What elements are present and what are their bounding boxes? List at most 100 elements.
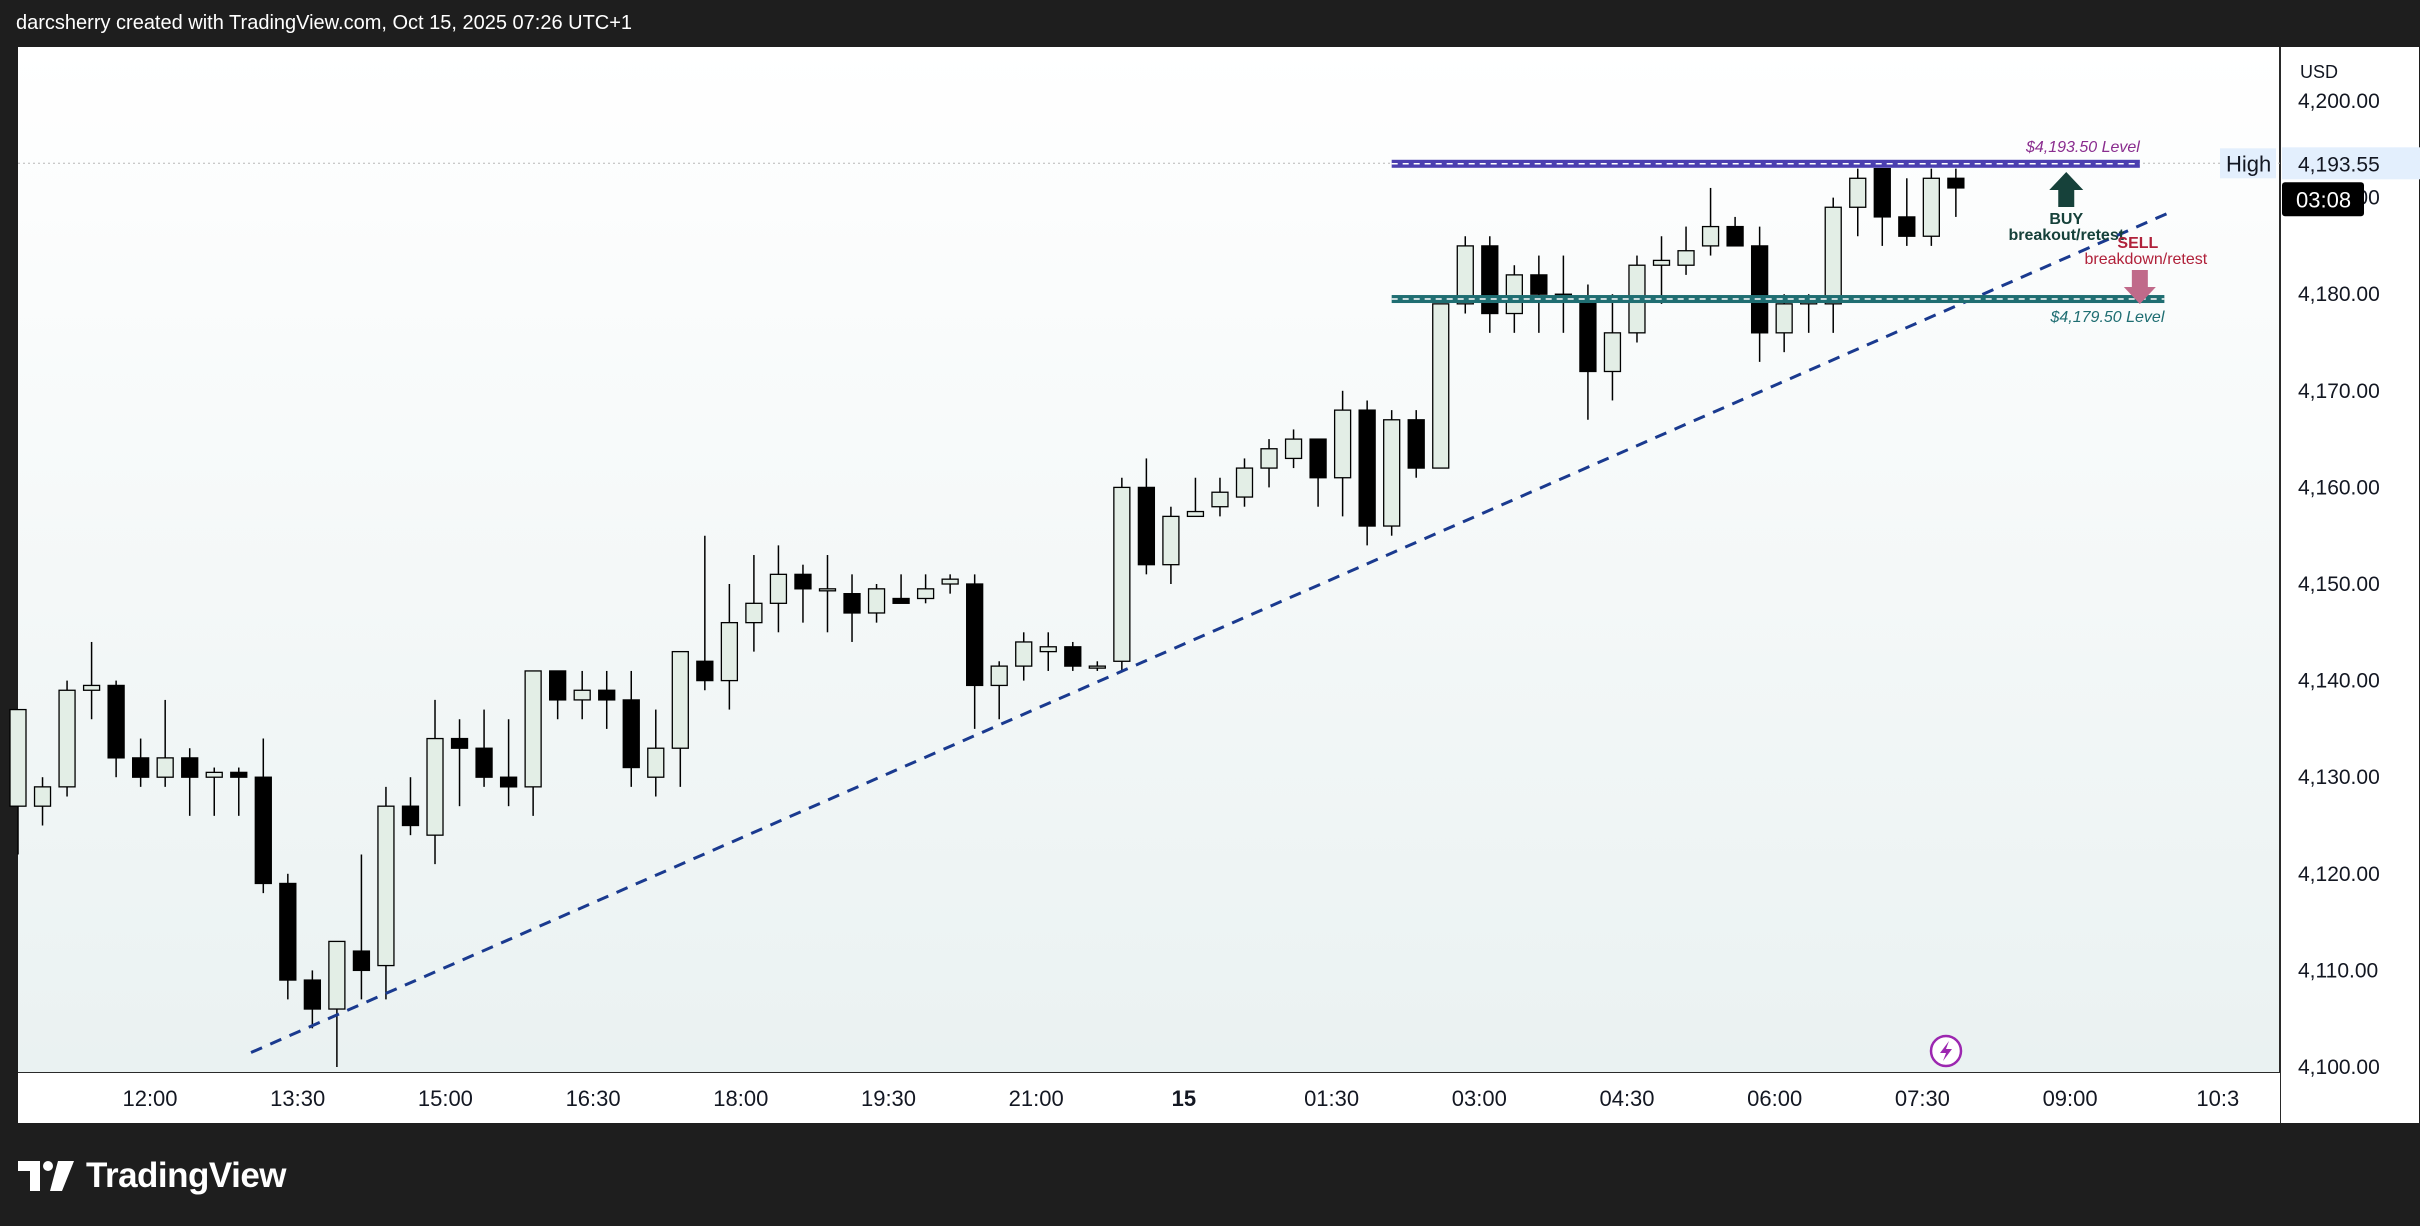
x-tick-label: 18:00 — [713, 1086, 768, 1111]
candle-body — [990, 665, 1008, 687]
candle-body — [475, 747, 493, 778]
y-tick-label: 4,160.00 — [2298, 476, 2380, 499]
price-chart[interactable]: $4,193.50 Level $4,179.50 Level BUYbreakou… — [0, 0, 2420, 1226]
candle-body — [1284, 438, 1303, 460]
buy-sublabel: breakout/retest — [2008, 227, 2124, 244]
x-tick-label: 16:30 — [566, 1086, 621, 1111]
x-tick-label: 01:30 — [1304, 1086, 1359, 1111]
candle-body — [1137, 486, 1156, 566]
candle-body — [573, 689, 591, 701]
candle-body — [843, 593, 861, 614]
support-level-label: $4,179.50 Level — [2050, 309, 2165, 326]
candle-body — [1750, 245, 1769, 334]
candle — [1407, 410, 1425, 478]
x-tick-label: 04:30 — [1599, 1086, 1654, 1111]
y-tick-label: 4,180.00 — [2298, 283, 2380, 306]
high-value: 4,193.55 — [2298, 153, 2380, 176]
candle-body — [426, 737, 444, 836]
candle-body — [1015, 641, 1033, 667]
candle-body — [181, 757, 199, 778]
candle-body — [1432, 303, 1450, 469]
candle-body — [1162, 515, 1180, 566]
candle — [1922, 168, 1940, 246]
candle-body — [58, 689, 76, 788]
x-tick-label: 07:30 — [1895, 1086, 1950, 1111]
candle-body — [1505, 274, 1523, 315]
candle-body — [622, 699, 640, 769]
candle-body — [794, 573, 812, 590]
candle-body — [1652, 259, 1671, 266]
buy-label: BUY — [2049, 211, 2083, 228]
candle-body — [9, 708, 27, 807]
sell-sublabel: breakdown/retest — [2084, 251, 2207, 268]
candle-body — [499, 776, 518, 788]
candle-body — [303, 979, 322, 1010]
candle-body — [1235, 467, 1254, 498]
candle-body — [205, 771, 223, 778]
tv-logo-icon — [18, 1161, 74, 1191]
candle-body — [352, 950, 371, 972]
x-tick-label: 10:3 — [2196, 1086, 2239, 1111]
candle-body — [1898, 216, 1916, 237]
candle-body — [941, 578, 959, 585]
x-tick-label: 03:00 — [1452, 1086, 1507, 1111]
candle-body — [720, 621, 739, 682]
candle-body — [818, 588, 837, 592]
candle-body — [1383, 419, 1401, 527]
candle-body — [328, 940, 346, 1010]
candle-body — [1407, 419, 1425, 469]
candle-body — [1260, 448, 1278, 469]
candle-body — [401, 805, 420, 827]
candle-body — [1873, 167, 1891, 218]
x-tick-label: 15 — [1172, 1086, 1196, 1111]
y-tick-label: 4,170.00 — [2298, 380, 2380, 403]
y-tick-label: 4,110.00 — [2298, 959, 2378, 982]
candle-body — [1211, 491, 1229, 508]
candle-body — [1186, 510, 1205, 518]
candle-body — [107, 684, 125, 759]
tradingview-wordmark: TradingView — [86, 1156, 287, 1195]
candle-body — [1309, 438, 1327, 479]
candle-body — [156, 757, 174, 778]
candle — [1383, 410, 1401, 536]
candle-body — [450, 737, 469, 749]
currency-label: USD — [2300, 62, 2338, 82]
candle-body — [230, 771, 248, 778]
x-tick-label: 13:30 — [270, 1086, 325, 1111]
candle-body — [1726, 225, 1744, 247]
candle-body — [254, 776, 272, 885]
x-tick-label: 19:30 — [861, 1086, 916, 1111]
candle-body — [1358, 409, 1376, 527]
y-tick-label: 4,200.00 — [2298, 90, 2380, 113]
candle-body — [892, 597, 910, 604]
candle-body — [769, 573, 788, 604]
candle — [58, 680, 76, 797]
candle — [1113, 477, 1131, 671]
candle — [1432, 303, 1450, 469]
candle-body — [1333, 409, 1352, 479]
high-tag: High — [2226, 151, 2271, 176]
candle-body — [1701, 225, 1720, 247]
candle-body — [131, 757, 150, 778]
candle — [279, 873, 297, 1000]
candle-body — [1775, 303, 1793, 334]
candle-body — [1922, 177, 1940, 237]
tradingview-logo[interactable]: TradingView — [18, 1156, 287, 1196]
candle-body — [549, 670, 567, 701]
x-tick-label: 21:00 — [1009, 1086, 1064, 1111]
candle-body — [598, 689, 616, 701]
x-tick-label: 06:00 — [1747, 1086, 1802, 1111]
candle-body — [1824, 206, 1842, 305]
candle-body — [1530, 274, 1548, 295]
candle-body — [1579, 298, 1597, 373]
x-tick-label: 12:00 — [122, 1086, 177, 1111]
candle-body — [1481, 245, 1499, 315]
candle-body — [696, 660, 714, 682]
candle-body — [671, 650, 689, 749]
candle-body — [1603, 332, 1622, 373]
candle-body — [82, 684, 101, 691]
candle-body — [1113, 486, 1131, 662]
candle-body — [1849, 177, 1867, 208]
y-tick-label: 4,120.00 — [2298, 863, 2380, 886]
candle-body — [966, 583, 984, 687]
